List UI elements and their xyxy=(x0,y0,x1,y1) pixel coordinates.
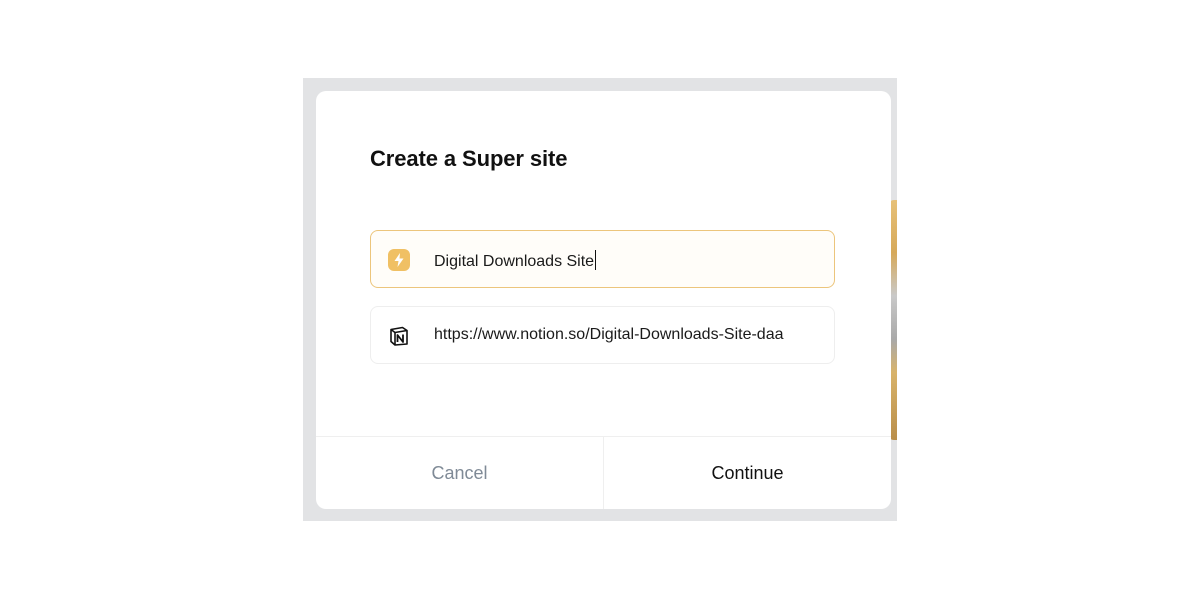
site-name-input[interactable]: Digital Downloads Site xyxy=(434,250,824,271)
continue-button[interactable]: Continue xyxy=(604,437,891,509)
create-site-dialog: Create a Super site Digital Downloads Si… xyxy=(316,91,891,509)
notion-url-input[interactable]: https://www.notion.so/Digital-Downloads-… xyxy=(434,326,810,344)
notion-logo-icon xyxy=(388,325,410,347)
site-name-field[interactable]: Digital Downloads Site xyxy=(370,230,835,288)
dialog-footer: Cancel Continue xyxy=(316,436,891,509)
dialog-title: Create a Super site xyxy=(370,146,568,171)
cancel-button[interactable]: Cancel xyxy=(316,437,604,509)
bolt-icon xyxy=(388,249,410,271)
notion-url-field[interactable]: https://www.notion.so/Digital-Downloads-… xyxy=(370,306,835,364)
text-cursor xyxy=(595,250,597,270)
